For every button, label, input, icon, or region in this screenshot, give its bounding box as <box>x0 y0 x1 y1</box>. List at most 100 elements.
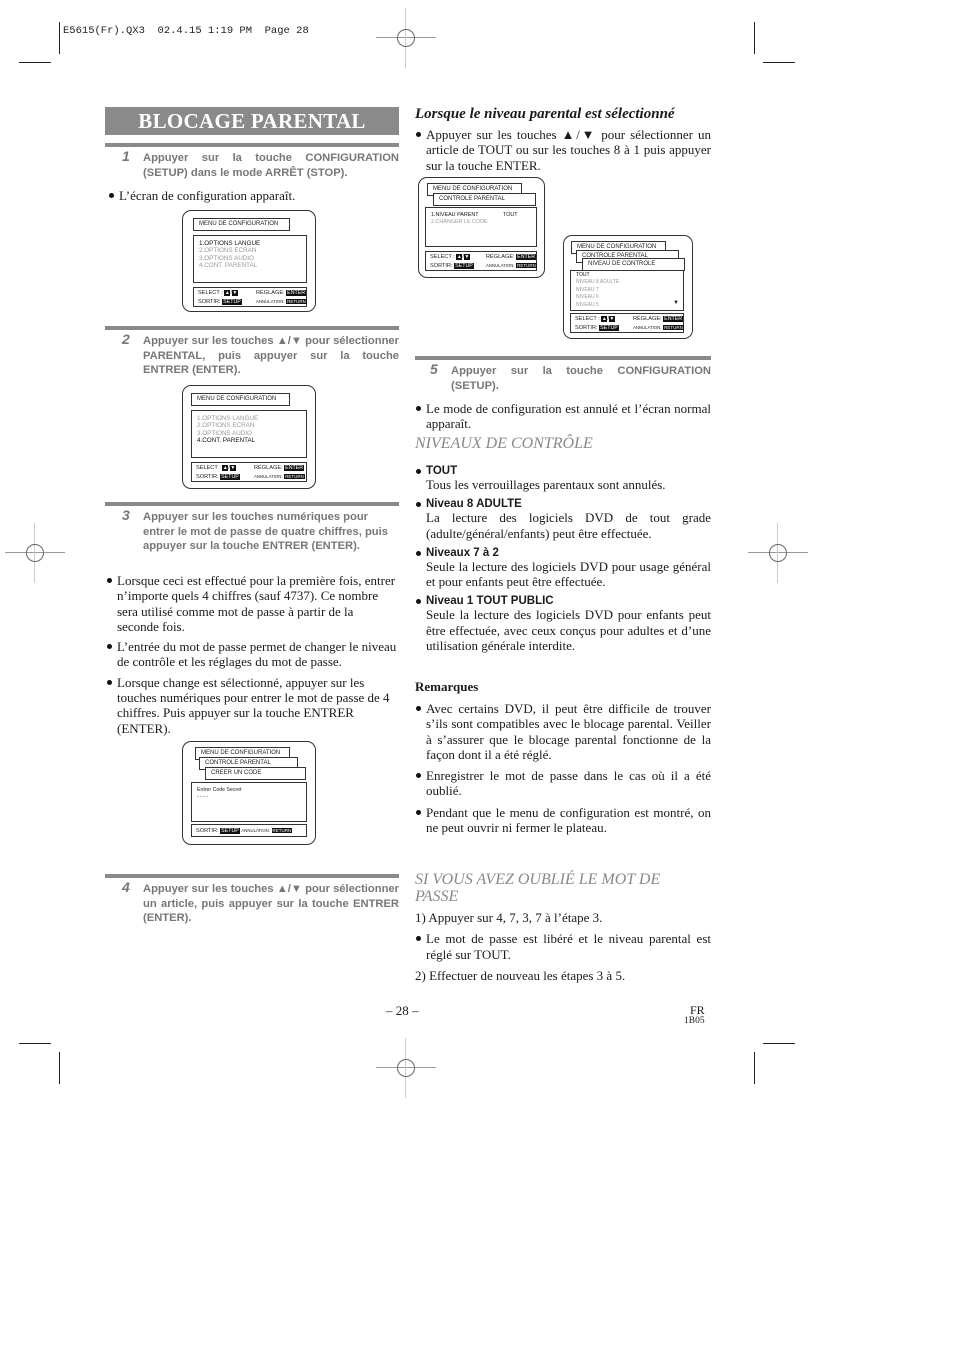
screen-controls: SELECT : ▲/▼RÉGLAGE: ENTER SORTIR: SETUP… <box>193 287 307 307</box>
enter-key: ENTER <box>284 465 305 471</box>
section-divider <box>105 143 399 147</box>
step-number: 2 <box>122 331 130 347</box>
level-option: NIVEAU 6 <box>576 294 599 301</box>
screen-menu-list: 1.NIVEAU PARENT TOUT 2.CHANGER LE CODE <box>425 207 537 247</box>
code-placeholder: - - - - <box>197 794 209 801</box>
forgot-password-steps: 1) Appuyer sur 4, 7, 3, 7 à l’étape 3. L… <box>415 910 711 983</box>
step-text: Appuyer sur les touches ▲/▼ pour sélecti… <box>143 335 399 377</box>
up-arrow-icon: ▲ <box>456 253 463 260</box>
level-description: Tous les verrouillages parentaux sont an… <box>426 477 666 492</box>
enter-key: ENTER <box>516 254 537 260</box>
menu-item: 3.OPTIONS AUDIO <box>197 429 252 437</box>
screen-create-code: MENU DE CONFIGURATION CONTROLE PARENTAL … <box>182 741 316 845</box>
crop-mark <box>59 22 60 54</box>
down-arrow-icon: ▼ <box>229 464 236 471</box>
section-divider <box>415 356 711 360</box>
menu-item: 2.OPTIONS ECRAN <box>199 247 257 255</box>
level-name: Niveaux 7 à 2 <box>415 547 711 559</box>
step-number: 3 <box>122 507 130 523</box>
screen-header: MENU DE CONFIGURATION <box>193 218 290 231</box>
screen-menu-list: 1.OPTIONS LANGUE 2.OPTIONS ECRAN 3.OPTIO… <box>191 410 307 458</box>
forgot-step: 1) Appuyer sur 4, 7, 3, 7 à l’étape 3. <box>415 910 603 925</box>
step-text: Appuyer sur les touches ▲/▼ pour sélecti… <box>143 883 399 925</box>
step-2: 2 Appuyer sur les touches ▲/▼ pour sélec… <box>122 331 399 378</box>
return-key: RETURN <box>284 473 305 479</box>
forgot-step: 2) Effectuer de nouveau les étapes 3 à 5… <box>415 967 626 983</box>
remark-item: Avec certains DVD, il peut être difficil… <box>415 701 711 762</box>
level-selected-note: Appuyer sur les touches ▲/▼ pour sélecti… <box>415 127 711 173</box>
step-number: 5 <box>430 361 438 377</box>
section-heading-level-selected: Lorsque le niveau parental est sélection… <box>415 106 675 122</box>
return-key: RETURN <box>286 298 307 304</box>
menu-item: 4.CONT. PARENTAL <box>199 261 258 269</box>
level-entry: Niveaux 7 à 2 Seule la lecture des logic… <box>415 547 711 590</box>
forgot-note: Le mot de passe est libéré et le niveau … <box>415 931 711 962</box>
menu-item: 3.OPTIONS AUDIO <box>199 254 254 262</box>
page-number: – 28 – <box>386 1003 419 1018</box>
note-item: Lorsque change est sélectionné, appuyer … <box>106 675 398 736</box>
crop-mark <box>19 62 51 63</box>
screen-controls: SORTIR: SETUP ANNULATION: RETURN <box>191 824 307 837</box>
setup-key: SETUP <box>220 828 240 834</box>
section-divider <box>105 502 399 506</box>
level-name: Niveau 8 ADULTE <box>415 498 711 510</box>
screen-header: MENU DE CONFIGURATION <box>191 393 290 406</box>
setup-key: SETUP <box>454 262 474 269</box>
remarks-list: Avec certains DVD, il peut être difficil… <box>415 701 711 835</box>
scroll-down-icon: ▼ <box>673 299 679 306</box>
level-name: Niveau 1 TOUT PUBLIC <box>415 595 711 607</box>
control-levels-list: TOUT Tous les verrouillages parentaux so… <box>415 465 711 659</box>
up-arrow-icon: ▲ <box>222 464 229 471</box>
menu-item: 1.NIVEAU PARENT TOUT <box>431 212 518 218</box>
screen-subheader: CONTROLE PARENTAL <box>433 193 536 206</box>
menu-item: 1.OPTIONS LANGUE <box>199 240 261 247</box>
crop-mark <box>754 22 755 54</box>
registration-mark-icon <box>376 8 436 68</box>
down-arrow-icon: ▼ <box>463 253 470 260</box>
level-name: TOUT <box>415 465 711 477</box>
level-entry: TOUT Tous les verrouillages parentaux so… <box>415 465 711 492</box>
crop-mark <box>19 1043 51 1044</box>
step-number: 1 <box>122 148 130 164</box>
crop-mark <box>59 1052 60 1084</box>
step-3-notes: Lorsque ceci est effectué pour la premiè… <box>106 573 398 736</box>
step-text: Appuyer sur la touche CONFIGURATION (SET… <box>451 365 711 392</box>
remark-item: Pendant que le menu de configuration est… <box>415 805 711 836</box>
crop-mark <box>763 1043 795 1044</box>
section-divider <box>105 326 399 330</box>
level-option: NIVEAU 5 <box>576 301 599 308</box>
remarks-heading: Remarques <box>415 679 479 694</box>
up-arrow-icon: ▲ <box>224 289 231 296</box>
step-text: Appuyer sur les touches numériques pour … <box>143 511 388 553</box>
screen-controls: SELECT : ▲/▼RÉGLAGE: ENTER SORTIR: SETUP… <box>191 462 307 482</box>
menu-item: 1.OPTIONS LANGUE <box>197 415 259 422</box>
section-heading-control-levels: NIVEAUX DE CONTRÔLE <box>415 435 593 452</box>
screen-controls: SELECT : ▲/▼RÉGLAGE: ENTER SORTIR: SETUP… <box>570 313 684 333</box>
step-text: Appuyer sur la touche CONFIGURATION (SET… <box>143 152 399 179</box>
note-item: Lorsque ceci est effectué pour la premiè… <box>106 573 398 634</box>
registration-mark-icon <box>5 523 65 583</box>
crop-mark <box>763 62 795 63</box>
menu-item: 4.CONT. PARENTAL <box>197 436 256 444</box>
setup-key: SETUP <box>220 473 240 480</box>
section-divider <box>105 874 399 878</box>
return-key: RETURN <box>516 262 537 268</box>
level-option: TOUT <box>576 272 590 278</box>
page-title: BLOCAGE PARENTAL <box>105 107 399 135</box>
down-arrow-icon: ▼ <box>608 315 615 322</box>
enter-key: ENTER <box>286 290 307 296</box>
level-option: NIVEAU 8 ADULTE <box>576 279 620 286</box>
setup-key: SETUP <box>222 298 242 305</box>
step-1: 1 Appuyer sur la touche CONFIGURATION (S… <box>122 148 399 180</box>
step-3: 3 Appuyer sur les touches numériques pou… <box>122 507 399 554</box>
document-code: 1B05 <box>684 1016 705 1026</box>
level-description: Seule la lecture des logiciels DVD pour … <box>426 607 711 654</box>
down-arrow-icon: ▼ <box>231 289 238 296</box>
note-item: L’entrée du mot de passe permet de chang… <box>106 639 398 670</box>
step-5-note: Le mode de configuration est annulé et l… <box>415 401 711 432</box>
remark-item: Enregistrer le mot de passe dans le cas … <box>415 768 711 799</box>
screen-menu-list: 1.OPTIONS LANGUE 2.OPTIONS ECRAN 3.OPTIO… <box>193 235 307 283</box>
up-arrow-icon: ▲ <box>601 315 608 322</box>
crop-mark <box>754 1052 755 1084</box>
level-list: TOUT NIVEAU 8 ADULTE NIVEAU 7 NIVEAU 6 N… <box>570 270 684 311</box>
